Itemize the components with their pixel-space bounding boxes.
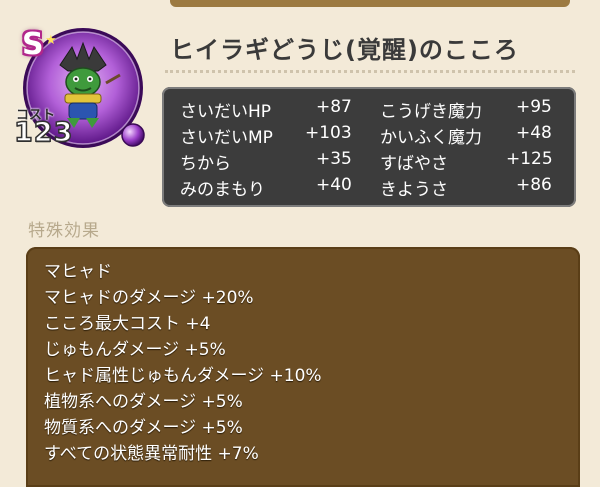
stat-label: さいだいHP — [180, 102, 272, 122]
special-effects-label: 特殊効果 — [28, 221, 100, 241]
stat-label: かいふく魔力 — [380, 128, 482, 148]
stat-value: +95 — [516, 97, 552, 117]
stat-row: すばやさ +125 — [380, 149, 553, 174]
cost-value: 123 — [13, 116, 74, 149]
effect-item: じゅもんダメージ +5% — [44, 340, 226, 360]
stat-value: +125 — [506, 149, 553, 169]
stat-row: かいふく魔力 +48 — [380, 123, 552, 148]
stat-label: みのまもり — [180, 180, 265, 200]
stat-row: こうげき魔力 +95 — [380, 97, 552, 122]
stat-label: こうげき魔力 — [380, 102, 482, 122]
title-divider — [165, 70, 575, 73]
stat-label: ちから — [180, 154, 231, 174]
stat-row: みのまもり +40 — [180, 175, 352, 200]
effect-item: 物質系へのダメージ +5% — [44, 418, 243, 438]
effect-item: こころ最大コスト +4 — [44, 314, 211, 334]
stat-label: さいだいMP — [180, 128, 273, 148]
rank-badge: S — [22, 27, 44, 62]
stat-row: さいだいMP +103 — [180, 123, 352, 148]
effect-item: すべての状態異常耐性 +7% — [44, 444, 259, 464]
element-orb-icon — [121, 123, 145, 147]
rank-star-icon: ★ — [45, 33, 57, 48]
stats-panel: さいだいHP +87 こうげき魔力 +95 さいだいMP +103 かいふく魔力… — [162, 87, 576, 207]
stat-label: すばやさ — [380, 154, 448, 174]
effect-item: 植物系へのダメージ +5% — [44, 392, 243, 412]
stat-value: +86 — [516, 175, 552, 195]
stat-value: +35 — [316, 149, 352, 169]
heart-title: ヒイラギどうじ(覚醒)のこころ — [170, 36, 519, 64]
stat-label: きようさ — [380, 180, 448, 200]
effect-item: マヒャドのダメージ +20% — [44, 288, 254, 308]
effect-item: ヒャド属性じゅもんダメージ +10% — [44, 366, 322, 386]
top-frame-strip — [170, 0, 570, 7]
stat-row: さいだいHP +87 — [180, 97, 352, 122]
stat-value: +40 — [316, 175, 352, 195]
effect-item: マヒャド — [44, 262, 112, 282]
special-effects-panel: マヒャド マヒャドのダメージ +20% こころ最大コスト +4 じゅもんダメージ… — [26, 247, 580, 487]
stat-value: +103 — [305, 123, 352, 143]
stat-row: きようさ +86 — [380, 175, 552, 200]
stat-value: +87 — [316, 97, 352, 117]
stat-row: ちから +35 — [180, 149, 352, 174]
stat-value: +48 — [516, 123, 552, 143]
